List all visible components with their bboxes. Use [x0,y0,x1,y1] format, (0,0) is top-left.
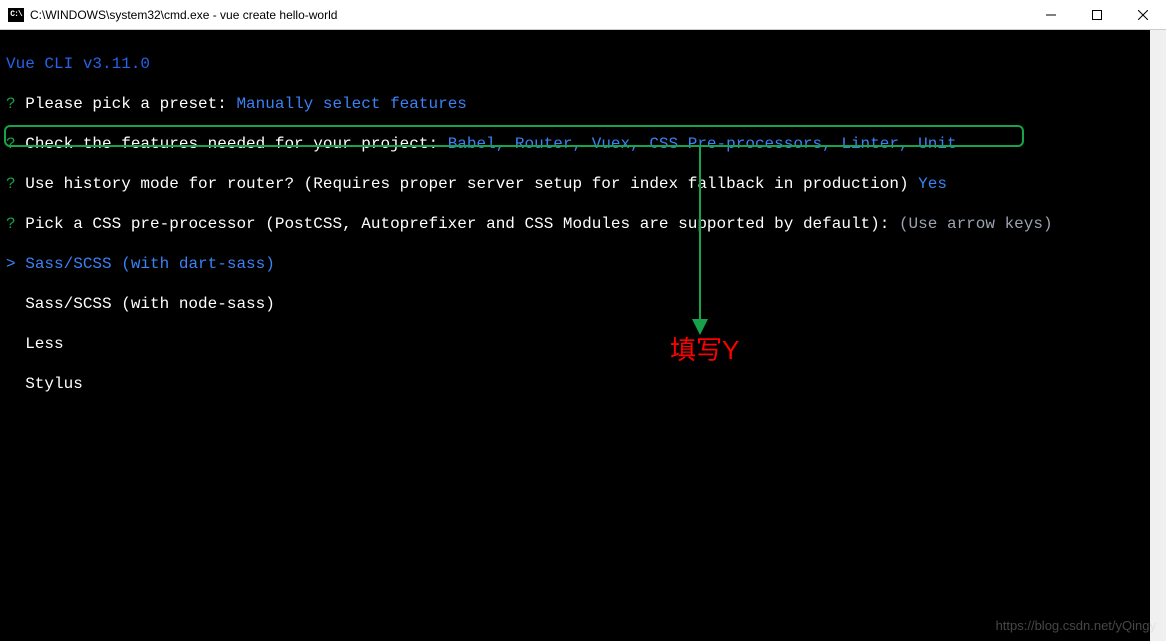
prompt-css-preprocessor: Pick a CSS pre-processor (PostCSS, Autop… [16,215,899,233]
hint-arrow-keys: (Use arrow keys) [899,215,1053,233]
answer-history-mode: Yes [918,175,947,193]
question-mark-icon: ? [6,215,16,233]
cli-header: Vue CLI v3.11.0 [6,55,150,73]
option-stylus[interactable]: Stylus [6,375,83,393]
watermark: https://blog.csdn.net/yQingy [996,618,1156,633]
answer-preset: Manually select features [236,95,466,113]
maximize-icon [1092,10,1102,20]
answer-features: Babel, Router, Vuex, CSS Pre-processors,… [448,135,957,153]
question-mark-icon: ? [6,95,16,113]
annotation-label: 填写Y [670,340,739,360]
prompt-history-mode: Use history mode for router? (Requires p… [16,175,919,193]
terminal-output[interactable]: Vue CLI v3.11.0 ? Please pick a preset: … [0,30,1166,538]
minimize-icon [1046,10,1056,20]
option-sass-dart[interactable]: Sass/SCSS (with dart-sass) [16,255,275,273]
window-title: C:\WINDOWS\system32\cmd.exe - vue create… [30,8,337,22]
question-mark-icon: ? [6,175,16,193]
select-cursor-icon: > [6,255,16,273]
cmd-icon: C:\ [8,8,24,22]
window-controls [1028,0,1166,30]
option-sass-node[interactable]: Sass/SCSS (with node-sass) [6,295,275,313]
prompt-preset: Please pick a preset: [16,95,237,113]
close-button[interactable] [1120,0,1166,30]
maximize-button[interactable] [1074,0,1120,30]
prompt-features: Check the features needed for your proje… [16,135,448,153]
window-title-bar: C:\ C:\WINDOWS\system32\cmd.exe - vue cr… [0,0,1166,30]
close-icon [1138,10,1148,20]
option-less[interactable]: Less [6,335,64,353]
question-mark-icon: ? [6,135,16,153]
minimize-button[interactable] [1028,0,1074,30]
